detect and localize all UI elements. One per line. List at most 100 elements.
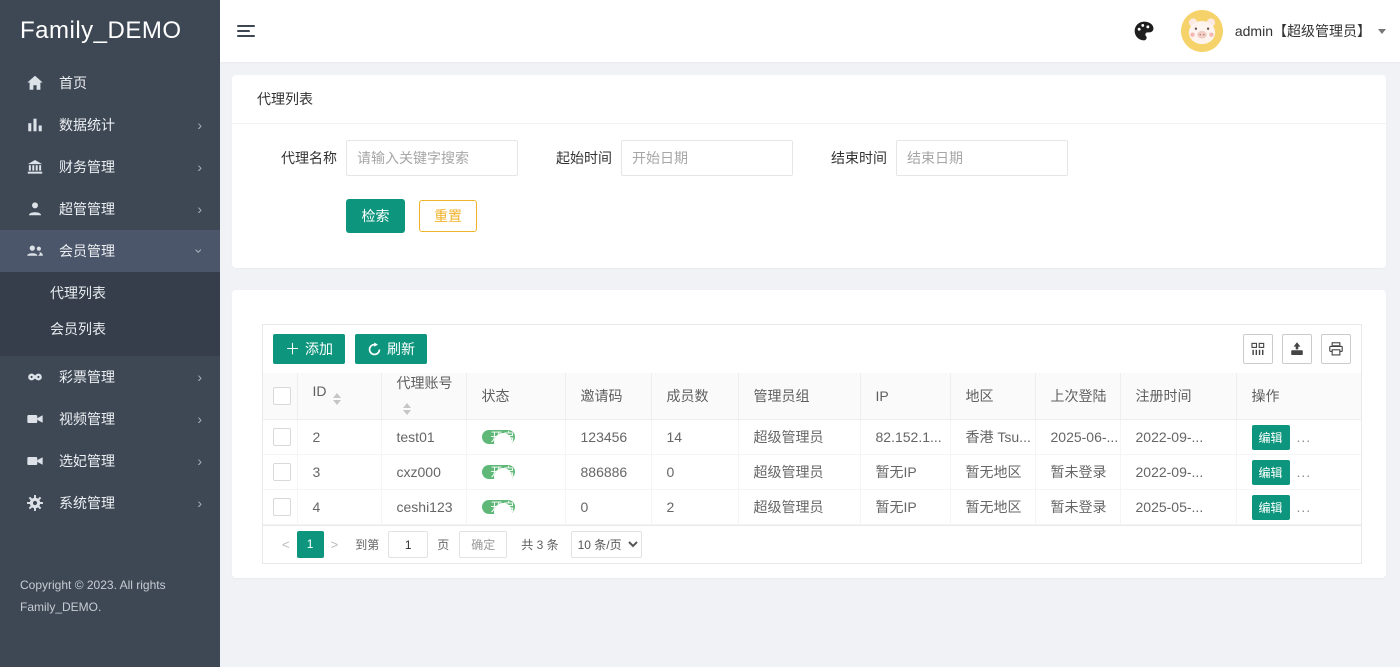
start-time-label: 起始时间	[556, 148, 612, 168]
table-header-row: ID 代理账号 状态 邀请码 成员数 管理员组 IP 地区 上次登陆 注册时间 …	[263, 373, 1361, 420]
column-actions: 操作	[1236, 373, 1361, 420]
sidebar-item-xuanfei[interactable]: 选妃管理 ›	[0, 440, 220, 482]
sidebar-item-label: 选妃管理	[59, 451, 115, 471]
reset-button[interactable]: 重置	[419, 200, 477, 232]
cell-account: cxz000	[381, 455, 466, 490]
prev-page-button[interactable]: <	[275, 537, 297, 552]
export-button[interactable]	[1282, 334, 1312, 364]
table-toolbar: ＋ 添加 刷新	[263, 325, 1361, 373]
row-checkbox[interactable]	[273, 428, 291, 446]
page-unit-label: 页	[437, 536, 449, 553]
table-panel: ＋ 添加 刷新	[232, 290, 1386, 578]
user-menu[interactable]: admin【超级管理员】	[1235, 21, 1371, 41]
cell-last-login: 暂未登录	[1035, 490, 1120, 525]
end-date-input[interactable]	[896, 140, 1068, 176]
cell-ip: 暂无IP	[860, 490, 950, 525]
column-id[interactable]: ID	[297, 373, 381, 420]
sidebar-subitem-agent-list[interactable]: 代理列表	[0, 275, 220, 311]
status-toggle[interactable]: 开启	[482, 500, 515, 514]
agent-name-input[interactable]	[346, 140, 518, 176]
sidebar-item-label: 视频管理	[59, 409, 115, 429]
plus-icon: ＋	[285, 342, 300, 357]
cell-admin-group: 超级管理员	[738, 490, 860, 525]
cell-invite-code: 0	[565, 490, 651, 525]
add-button[interactable]: ＋ 添加	[273, 334, 345, 364]
print-button[interactable]	[1321, 334, 1351, 364]
copyright: Copyright © 2023. All rights Family_DEMO…	[20, 574, 205, 618]
bar-chart-icon	[26, 116, 44, 134]
sort-icon[interactable]	[333, 389, 341, 409]
start-time-field: 起始时间	[556, 140, 793, 176]
sort-icon[interactable]	[403, 399, 411, 419]
edit-button[interactable]: 编辑	[1252, 460, 1290, 485]
goto-confirm-button[interactable]: 确定	[459, 531, 507, 558]
cell-admin-group: 超级管理员	[738, 455, 860, 490]
sidebar-item-system[interactable]: 系统管理 ›	[0, 482, 220, 524]
cell-invite-code: 123456	[565, 420, 651, 455]
more-actions[interactable]: ...	[1297, 499, 1312, 515]
filter-columns-button[interactable]	[1243, 334, 1273, 364]
agent-name-label: 代理名称	[281, 148, 337, 168]
table-row: 3 cxz000 开启 886886 0 超级管理员 暂无IP 暂无地区 暂未登…	[263, 455, 1361, 490]
avatar[interactable]	[1181, 10, 1223, 52]
search-button[interactable]: 检索	[346, 199, 405, 233]
status-toggle[interactable]: 开启	[482, 430, 515, 444]
chevron-right-icon: ›	[197, 160, 202, 174]
sidebar-item-home[interactable]: 首页	[0, 62, 220, 104]
chevron-right-icon: ›	[197, 454, 202, 468]
more-actions[interactable]: ...	[1297, 429, 1312, 445]
theme-palette-icon[interactable]	[1133, 20, 1155, 42]
sidebar-item-members[interactable]: 会员管理 ›	[0, 230, 220, 272]
sidebar-item-label: 系统管理	[59, 493, 115, 513]
agents-table: ID 代理账号 状态 邀请码 成员数 管理员组 IP 地区 上次登陆 注册时间 …	[263, 373, 1361, 525]
start-date-input[interactable]	[621, 140, 793, 176]
chevron-right-icon: ›	[197, 496, 202, 510]
edit-button[interactable]: 编辑	[1252, 425, 1290, 450]
page-size-select[interactable]: 10 条/页	[571, 531, 642, 558]
sidebar: Family_DEMO 首页 数据统计 › 财务管理 › 超管管理 › 会员管理…	[0, 0, 220, 667]
refresh-icon	[367, 342, 382, 357]
column-account[interactable]: 代理账号	[381, 373, 466, 420]
menu-toggle-icon[interactable]	[237, 22, 255, 40]
sidebar-item-statistics[interactable]: 数据统计 ›	[0, 104, 220, 146]
sidebar-item-superadmin[interactable]: 超管管理 ›	[0, 188, 220, 230]
top-header: admin【超级管理员】	[220, 0, 1400, 62]
cell-last-login: 暂未登录	[1035, 455, 1120, 490]
sidebar-item-lottery[interactable]: 彩票管理 ›	[0, 356, 220, 398]
goto-page-input[interactable]	[388, 531, 428, 558]
cell-ip: 82.152.1...	[860, 420, 950, 455]
sidebar-item-label: 财务管理	[59, 157, 115, 177]
refresh-button[interactable]: 刷新	[355, 334, 427, 364]
end-time-label: 结束时间	[831, 148, 887, 168]
column-status: 状态	[466, 373, 565, 420]
column-region: 地区	[950, 373, 1035, 420]
goggles-icon	[26, 368, 44, 386]
column-member-count: 成员数	[651, 373, 738, 420]
sidebar-item-finance[interactable]: 财务管理 ›	[0, 146, 220, 188]
cell-invite-code: 886886	[565, 455, 651, 490]
sidebar-item-video[interactable]: 视频管理 ›	[0, 398, 220, 440]
sidebar-item-label: 首页	[59, 73, 87, 93]
status-toggle[interactable]: 开启	[482, 465, 515, 479]
video-camera-icon	[26, 410, 44, 428]
cell-id: 3	[297, 455, 381, 490]
select-all-checkbox[interactable]	[273, 387, 291, 405]
chevron-down-icon: ›	[193, 249, 207, 254]
cell-member-count: 2	[651, 490, 738, 525]
edit-button[interactable]: 编辑	[1252, 495, 1290, 520]
cell-region: 香港 Tsu...	[950, 420, 1035, 455]
copyright-line1: Copyright © 2023. All rights	[20, 574, 205, 596]
filter-panel: 代理列表 代理名称 起始时间 结束时间 检索 重置	[232, 75, 1386, 268]
column-register-time: 注册时间	[1120, 373, 1236, 420]
current-page[interactable]: 1	[297, 531, 324, 558]
cell-id: 4	[297, 490, 381, 525]
row-checkbox[interactable]	[273, 463, 291, 481]
cell-register-time: 2022-09-...	[1120, 455, 1236, 490]
sidebar-item-label: 会员管理	[59, 241, 115, 261]
next-page-button[interactable]: >	[324, 537, 346, 552]
sidebar-subitem-member-list[interactable]: 会员列表	[0, 311, 220, 347]
more-actions[interactable]: ...	[1297, 464, 1312, 480]
copyright-line2: Family_DEMO.	[20, 596, 205, 618]
cell-member-count: 14	[651, 420, 738, 455]
row-checkbox[interactable]	[273, 498, 291, 516]
